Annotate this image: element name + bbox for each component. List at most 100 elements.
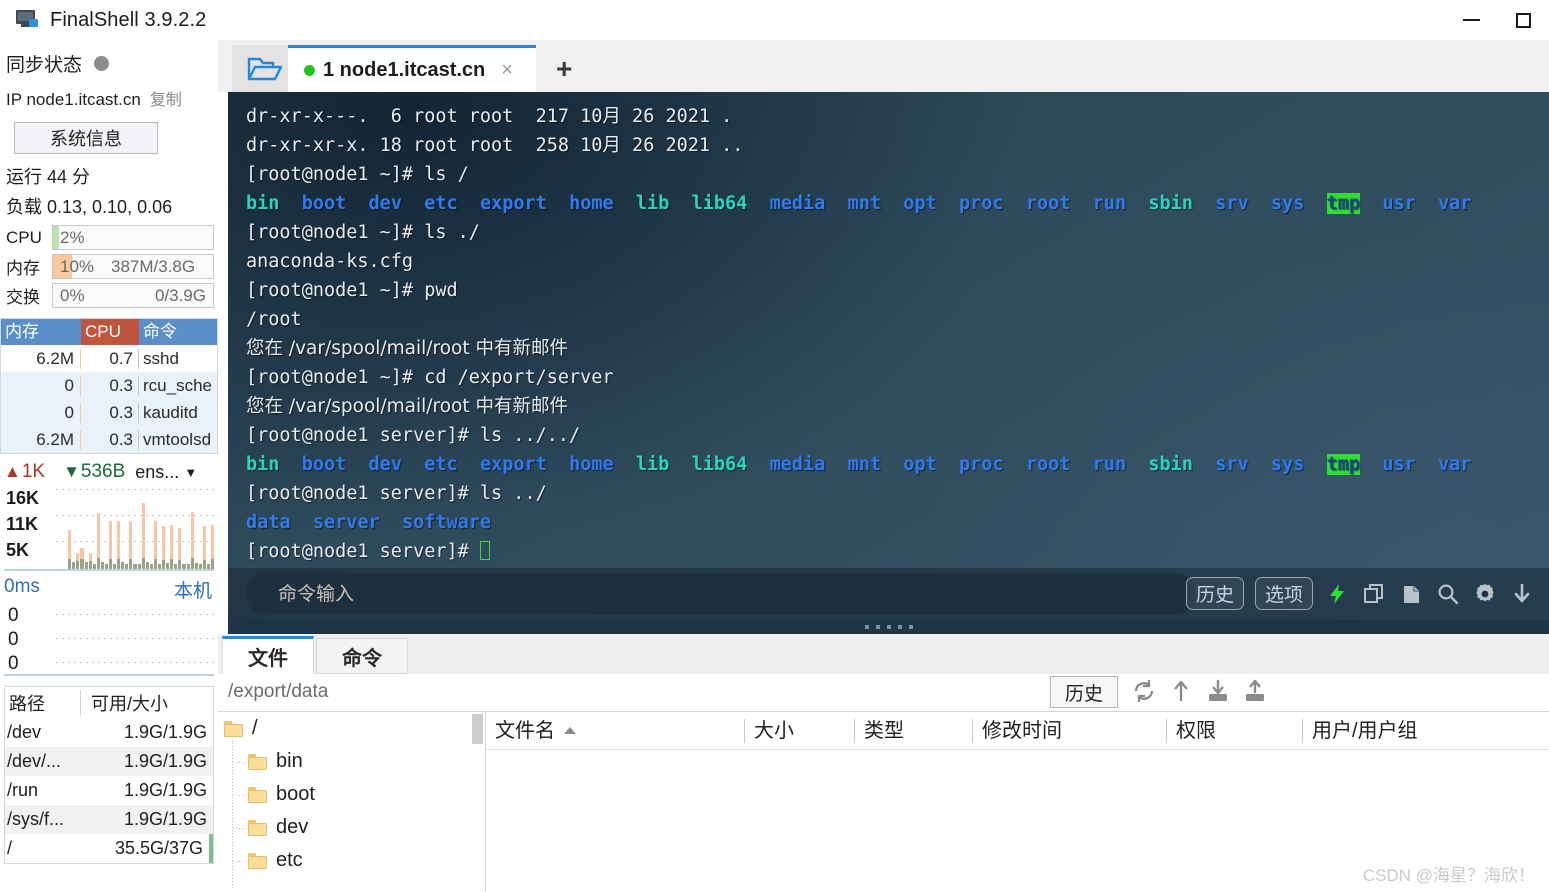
tree-scrollbar[interactable] [472,714,483,744]
ping-location[interactable]: 本机 [174,576,212,603]
ls-entry: sbin [1148,454,1193,475]
table-row[interactable]: /dev/... 1.9G/1.9G [5,747,213,776]
parent-dir-icon[interactable] [1167,677,1195,705]
folder-icon [248,753,267,770]
file-column-header[interactable]: 修改时间 [972,718,1166,743]
close-icon[interactable]: × [501,59,513,82]
terminal-line: dr-xr-x---. 6 root root 217 10月 26 2021 … [246,106,733,127]
tree-item[interactable]: / [218,712,485,745]
paste-icon[interactable] [1398,581,1424,607]
meter-memory: 内存 10% 387M/3.8G [0,252,218,281]
ls-entry: lib [635,193,670,214]
search-icon[interactable] [1435,581,1461,607]
table-row[interactable]: /run 1.9G/1.9G [5,776,213,805]
chart-bar [141,487,145,569]
terminal-line: /root [246,309,302,330]
process-table: 内存 CPU 命令 6.2M 0.7 sshd 0 0.3 rcu_sche 0… [0,318,218,454]
file-column-header[interactable]: 权限 [1166,718,1302,743]
uptime-label: 运行 44 分 [6,167,91,187]
panel-splitter[interactable] [228,620,1549,634]
process-col-memory[interactable]: 内存 [1,319,81,345]
refresh-icon[interactable] [1130,677,1158,705]
terminal-line: 您在 /var/spool/mail/root 中有新邮件 [246,338,568,359]
terminal-output[interactable]: dr-xr-x---. 6 root root 217 10月 26 2021 … [228,92,1549,632]
download-icon[interactable] [1204,677,1232,705]
tree-item-label: dev [276,816,309,838]
file-history-button[interactable]: 历史 [1050,676,1118,708]
process-col-cpu[interactable]: CPU [81,319,139,345]
table-row[interactable]: / 35.5G/37G [5,834,213,863]
tree-item[interactable]: dev [218,811,485,844]
history-button[interactable]: 历史 [1185,577,1244,610]
system-info-button[interactable]: 系统信息 [14,122,158,154]
process-cpu: 0.3 [81,402,139,423]
disk-col-path[interactable]: 路径 [5,689,81,716]
file-manager-panel: 文件 命令 /export/data 历史 / bin boot dev etc… [218,634,1549,892]
ping-latency: 0ms [4,576,40,597]
folder-icon [248,786,267,803]
file-column-header[interactable]: 大小 [744,718,854,743]
meter-cpu-label: CPU [6,227,42,247]
tree-item[interactable]: boot [218,778,485,811]
gear-icon[interactable] [1472,581,1498,607]
minimize-button[interactable] [1445,0,1497,40]
arrow-down-icon: ▼ [63,462,80,481]
process-col-command[interactable]: 命令 [139,319,217,345]
file-column-header[interactable]: 类型 [854,718,972,743]
table-row[interactable]: /sys/f... 1.9G/1.9G [5,805,213,834]
network-chart-y-axis: 16K 11K 5K [6,485,46,563]
options-button[interactable]: 选项 [1254,577,1313,610]
current-path[interactable]: /export/data [228,681,328,703]
ls-entry: opt [903,193,937,214]
tree-item[interactable]: bin [218,745,485,778]
ls-entry: boot [301,454,347,475]
command-input[interactable]: 命令输入 [246,573,1196,615]
ping-y-tick: 0 [8,653,19,674]
copy-ip-link[interactable]: 复制 [150,86,182,110]
download-icon[interactable] [1509,581,1535,607]
new-tab-button[interactable]: + [556,55,572,83]
ls-entry: dev [368,193,402,214]
meter-memory-label: 内存 [6,259,40,278]
system-info-sidebar: 同步状态 IP node1.itcast.cn 复制 系统信息 运行 44 分 … [0,40,218,892]
lightning-icon[interactable] [1324,581,1350,607]
table-row[interactable]: /dev 1.9G/1.9G [5,718,213,747]
ls-entry: run [1092,454,1127,475]
tree-item[interactable]: etc [218,844,485,877]
process-table-header: 内存 CPU 命令 [1,319,217,345]
maximize-button[interactable] [1497,0,1549,40]
ls-entry: var [1438,193,1472,214]
command-input-bar: 命令输入 历史 选项 [228,568,1549,620]
table-row[interactable]: 0 0.3 kauditd [1,399,217,426]
copy-icon[interactable] [1361,581,1387,607]
table-row[interactable]: 0 0.3 rcu_sche [1,372,217,399]
ls-entry: run [1092,193,1127,214]
terminal-tab[interactable]: 1 node1.itcast.cn × [288,45,536,92]
tab-commands[interactable]: 命令 [316,638,408,674]
ls-entry: proc [958,454,1004,475]
upload-icon[interactable] [1241,677,1269,705]
file-list-header: 文件名 大小 类型 修改时间 权限 用户/用户组 [486,712,1549,750]
tab-files[interactable]: 文件 [222,636,314,674]
meter-cpu-bar: 2% [52,225,214,250]
chart-bar [198,487,202,569]
table-row[interactable]: 6.2M 0.7 sshd [1,345,217,372]
chart-bar [153,487,157,569]
tree-item-label: / [252,717,258,739]
sync-status-row: 同步状态 [0,40,218,83]
ls-entry: tmp [1326,193,1361,214]
ls-entry: etc [424,193,458,214]
disk-col-size[interactable]: 可用/大小 [81,690,213,716]
table-row[interactable]: 6.2M 0.3 vmtoolsd [1,426,217,453]
folder-icon [248,852,267,869]
network-interface-label[interactable]: ens... [135,462,179,483]
file-column-header[interactable]: 文件名 [486,719,744,743]
chart-bar [133,487,137,569]
sort-ascending-icon [564,726,576,734]
ls-entry: mnt [847,193,881,214]
file-column-header[interactable]: 用户/用户组 [1302,718,1502,743]
chevron-down-icon[interactable]: ▼ [184,465,197,480]
directory-tree[interactable]: / bin boot dev etc [218,712,486,892]
meter-swap-detail: 0/3.9G [154,286,206,305]
process-command: rcu_sche [143,375,212,395]
